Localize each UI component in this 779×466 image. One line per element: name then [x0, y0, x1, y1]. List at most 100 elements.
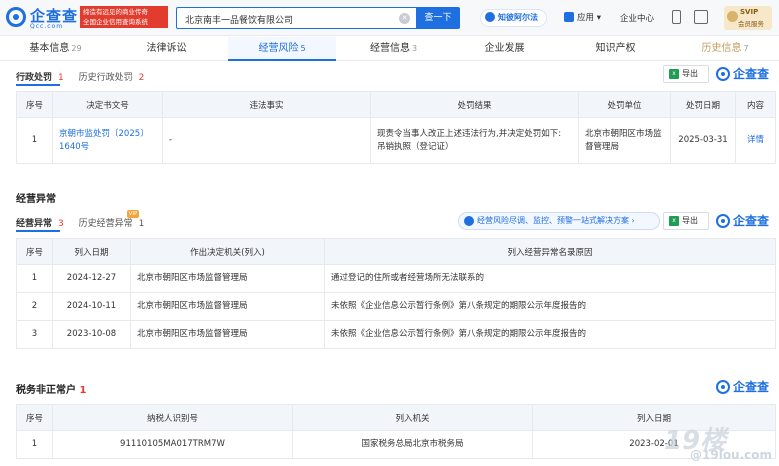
- col-result: 处罚结果: [370, 91, 579, 118]
- tax-section-title: 税务非正常户 1: [16, 381, 86, 396]
- col-no: 序号: [16, 404, 53, 431]
- cell-reason: 通过登记的住所或者经营场所无法联系的: [324, 264, 776, 293]
- risk-solution-link[interactable]: 经营风险尽调、监控、预警一站式解决方案 ›: [458, 212, 660, 230]
- subtab-history-abnormal[interactable]: 历史经营异常 1 VIP: [78, 210, 151, 229]
- export-label: 导出: [682, 216, 698, 225]
- col-no: 序号: [16, 238, 53, 265]
- watermark-sub: @19lou.com: [690, 448, 773, 462]
- cell-date: 2024-12-27: [52, 264, 131, 293]
- cell-date: 2025-03-31: [670, 117, 736, 164]
- cell-result: 现责令当事人改正上述违法行为,并决定处罚如下: 吊销执照（登记证）: [370, 117, 579, 164]
- qcc-logo[interactable]: 企查查 Qcc.com: [6, 5, 78, 31]
- search-button[interactable]: 查一下: [416, 7, 460, 29]
- subtab-count: 1: [58, 73, 64, 83]
- tab-count: 7: [743, 44, 749, 53]
- col-fact: 违法事实: [162, 91, 371, 118]
- col-org: 作出决定机关(列入): [130, 238, 325, 265]
- subtab-label: 历史经营异常: [78, 219, 133, 229]
- info-icon: [464, 216, 474, 226]
- subtab-count: 1: [138, 219, 145, 229]
- tax-count: 1: [79, 385, 87, 396]
- penalty-table: 序号 决定书文号 违法事实 处罚结果 处罚单位 处罚日期 内容 1 京朝市监处罚…: [16, 91, 776, 164]
- tab-count: 29: [71, 44, 82, 53]
- chevron-down-icon: ▾: [596, 13, 601, 23]
- cell-reason: 未依照《企业信息公示暂行条例》第八条规定的期限公示年度报告的: [324, 320, 776, 349]
- cell-no: 3: [16, 320, 53, 349]
- subtab-label: 经营异常: [16, 219, 53, 229]
- col-org: 列入机关: [292, 404, 533, 431]
- tab-history[interactable]: 历史信息 7: [671, 37, 779, 61]
- cell-org: 北京市朝阳区市场监督管理局: [130, 292, 325, 321]
- search-value: 北京南丰一品餐饮有限公司: [185, 16, 294, 26]
- col-date: 处罚日期: [670, 91, 736, 118]
- tab-legal[interactable]: 法律诉讼: [111, 37, 222, 61]
- abnormal-section-title: 经营异常: [16, 194, 56, 205]
- search-input[interactable]: 北京南丰一品餐饮有限公司 ✕: [176, 7, 416, 29]
- table-row: 2 2024-10-11 北京市朝阳区市场监督管理局 未依照《企业信息公示暂行条…: [16, 292, 776, 321]
- tab-count: 3: [411, 44, 418, 53]
- enterprise-center-link[interactable]: 企业中心: [620, 12, 654, 24]
- apps-label: 应用: [577, 13, 595, 23]
- svip-label: SVIP: [740, 8, 759, 16]
- doc-no-link[interactable]: 京朝市监处罚〔2025〕 1640号: [52, 117, 163, 164]
- svip-button[interactable]: SVIP 会员服务: [724, 6, 772, 30]
- cell-date: 2024-10-11: [52, 292, 131, 321]
- slogan-line-2: 全国企业信用查询系统: [83, 18, 148, 26]
- table-row: 1 京朝市监处罚〔2025〕 1640号 - 现责令当事人改正上述违法行为,并决定…: [16, 117, 776, 164]
- table-header-row: 序号 纳税人识别号 列入机关 列入日期: [16, 404, 776, 431]
- cell-tax-id: 91110105MA017TRM7W: [52, 430, 293, 459]
- tab-development[interactable]: 企业发展: [449, 37, 560, 61]
- col-doc-no: 决定书文号: [52, 91, 163, 118]
- zhiyu-alpha-button[interactable]: 知彼阿尔法: [480, 9, 547, 27]
- tab-basic-info[interactable]: 基本信息 29: [0, 37, 111, 61]
- svip-crown-icon: [727, 11, 738, 22]
- tab-ip[interactable]: 知识产权: [560, 37, 671, 61]
- tab-operating-risk[interactable]: 经营风险 5: [228, 37, 336, 61]
- abnormal-subtabs: 经营异常 3 历史经营异常 1 VIP: [16, 210, 156, 229]
- tab-label: 基本信息: [29, 43, 70, 54]
- table-header-row: 序号 决定书文号 违法事实 处罚结果 处罚单位 处罚日期 内容: [16, 91, 776, 118]
- message-icon[interactable]: [694, 10, 708, 24]
- subtab-abnormal[interactable]: 经营异常 3: [16, 219, 70, 229]
- cell-date: 2023-10-08: [52, 320, 131, 349]
- cell-org: 国家税务总局北京市税务局: [292, 430, 533, 459]
- zhiyu-label: 知彼阿尔法: [498, 13, 538, 22]
- cell-no: 1: [16, 117, 53, 164]
- tab-operating-info[interactable]: 经营信息 3: [338, 37, 449, 61]
- clear-icon[interactable]: ✕: [399, 13, 410, 24]
- tab-label: 历史信息: [701, 43, 742, 54]
- table-row: 1 91110105MA017TRM7W 国家税务总局北京市税务局 2023-0…: [16, 430, 776, 459]
- logo-domain: Qcc.com: [30, 23, 64, 30]
- doc-no-line-2[interactable]: 1640号: [59, 142, 89, 152]
- export-button[interactable]: x 导出: [663, 212, 709, 230]
- table-row: 3 2023-10-08 北京市朝阳区市场监督管理局 未依照《企业信息公示暂行条…: [16, 320, 776, 349]
- subtab-admin-penalty[interactable]: 行政处罚 1: [16, 73, 70, 83]
- doc-no-line-1[interactable]: 京朝市监处罚〔2025〕: [59, 129, 149, 139]
- zhiyu-icon: [485, 12, 495, 22]
- subtab-count: 2: [138, 73, 145, 83]
- subtab-underline: [16, 230, 60, 232]
- tab-label: 知识产权: [595, 43, 636, 54]
- cell-org: 北京市朝阳区市场监督管理局: [130, 320, 325, 349]
- subtab-history-penalty[interactable]: 历史行政处罚 2: [79, 73, 151, 83]
- export-button[interactable]: x 导出: [663, 65, 709, 83]
- excel-icon: x: [669, 69, 679, 79]
- result-line-1: 现责令当事人改正上述违法行为,并决定处罚如下:: [377, 128, 562, 139]
- apps-menu[interactable]: 应用 ▾: [564, 11, 601, 23]
- qcc-brand-name: 企查查: [733, 214, 770, 228]
- qcc-brand-icon: [716, 214, 730, 228]
- subtab-label: 历史行政处罚: [78, 73, 133, 83]
- phone-icon[interactable]: [672, 10, 681, 24]
- table-header-row: 序号 列入日期 作出决定机关(列入) 列入经营异常名录原因: [16, 238, 776, 265]
- vip-badge: VIP: [126, 210, 140, 218]
- detail-link[interactable]: 详情: [747, 135, 764, 145]
- subtab-underline: [16, 84, 60, 86]
- col-unit: 处罚单位: [578, 91, 671, 118]
- svip-sub-label: 会员服务: [738, 20, 764, 28]
- qcc-brand: 企查查: [716, 378, 776, 396]
- col-date: 列入日期: [52, 238, 131, 265]
- cell-reason: 未依照《企业信息公示暂行条例》第八条规定的期限公示年度报告的: [324, 292, 776, 321]
- abnormal-table: 序号 列入日期 作出决定机关(列入) 列入经营异常名录原因 1 2024-12-…: [16, 238, 776, 349]
- col-content: 内容: [735, 91, 776, 118]
- tab-label: 经营风险: [258, 43, 299, 54]
